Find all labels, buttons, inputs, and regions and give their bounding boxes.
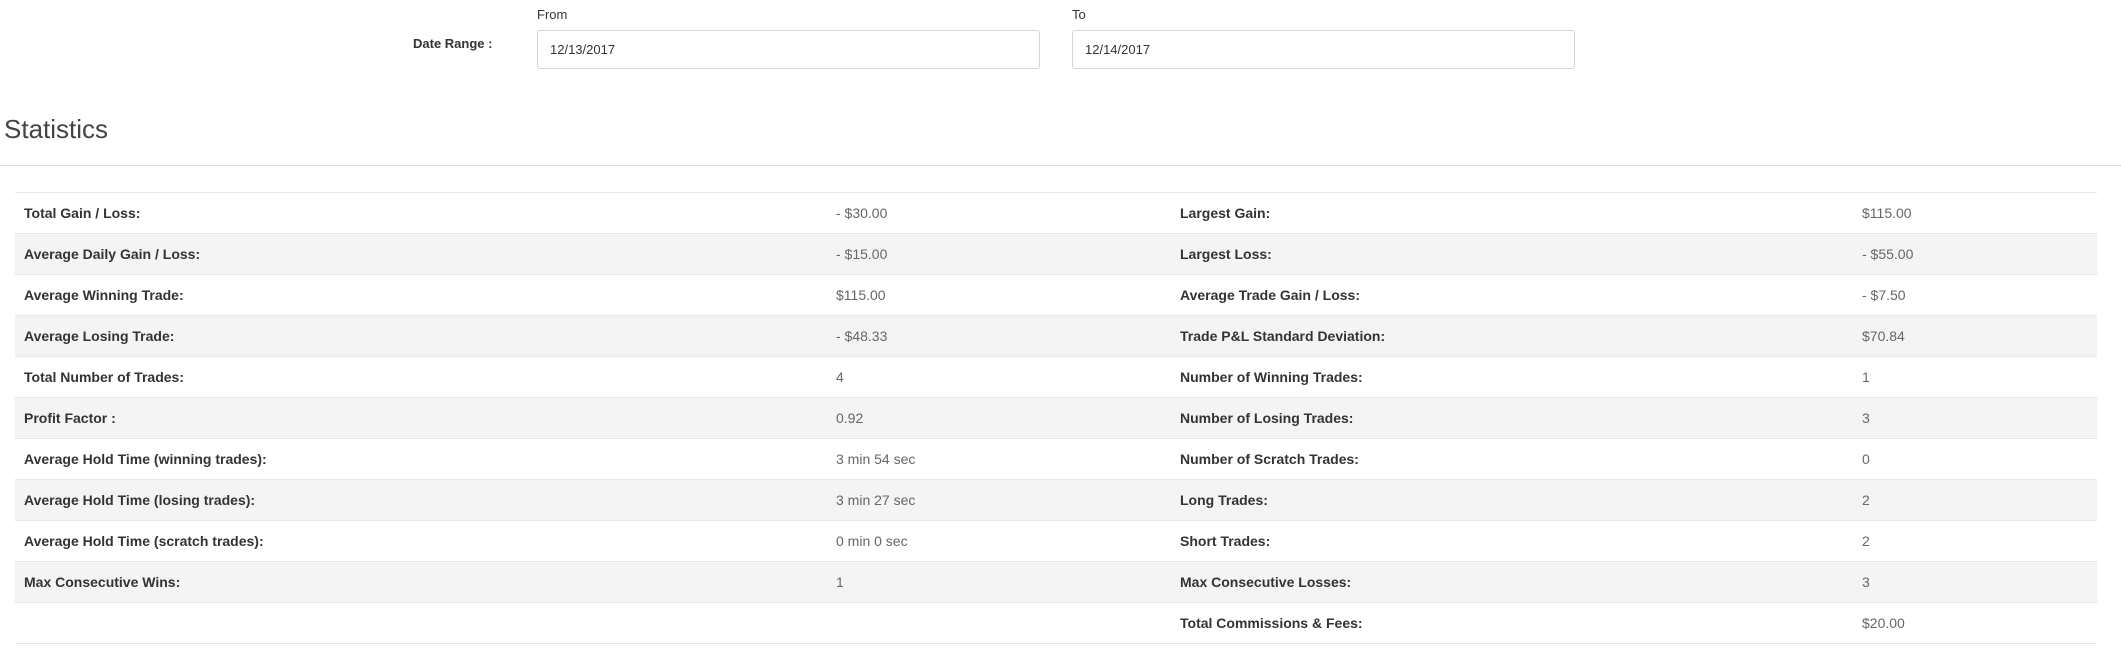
table-row: Average Daily Gain / Loss: - $15.00 Larg…: [15, 233, 2097, 275]
statistics-table: Total Gain / Loss: - $30.00 Largest Gain…: [15, 192, 2097, 644]
from-date-input[interactable]: [537, 30, 1040, 69]
stat-value: 1: [1862, 356, 2097, 398]
stat-label: Long Trades:: [1171, 479, 1862, 521]
stat-value: $20.00: [1862, 602, 2097, 644]
stat-value: 0 min 0 sec: [836, 520, 1171, 562]
stat-value: 2: [1862, 520, 2097, 562]
stat-label: Average Hold Time (losing trades):: [15, 479, 836, 521]
stat-value: - $7.50: [1862, 274, 2097, 316]
stat-value: 2: [1862, 479, 2097, 521]
stat-label: Number of Scratch Trades:: [1171, 438, 1862, 480]
stat-label: Max Consecutive Losses:: [1171, 561, 1862, 603]
to-date-input[interactable]: [1072, 30, 1575, 69]
stat-value: 3 min 27 sec: [836, 479, 1171, 521]
stat-value: $115.00: [836, 274, 1171, 316]
section-divider: [0, 165, 2121, 166]
table-row: Total Number of Trades: 4 Number of Winn…: [15, 356, 2097, 398]
stat-label: Total Number of Trades:: [15, 356, 836, 398]
stat-label: Largest Loss:: [1171, 233, 1862, 275]
from-label: From: [537, 7, 568, 22]
stat-label: Total Commissions & Fees:: [1171, 602, 1862, 644]
stat-value: 4: [836, 356, 1171, 398]
stat-value: - $55.00: [1862, 233, 2097, 275]
table-row: Average Winning Trade: $115.00 Average T…: [15, 274, 2097, 316]
stat-value: - $48.33: [836, 315, 1171, 357]
stat-value: 1: [836, 561, 1171, 603]
stat-label: Average Daily Gain / Loss:: [15, 233, 836, 275]
stat-value: - $30.00: [836, 192, 1171, 234]
stat-value: 0.92: [836, 397, 1171, 439]
stat-value: 0: [1862, 438, 2097, 480]
stat-value: 3: [1862, 397, 2097, 439]
stat-label: Largest Gain:: [1171, 192, 1862, 234]
table-row: Max Consecutive Wins: 1 Max Consecutive …: [15, 561, 2097, 603]
table-row: Total Commissions & Fees: $20.00: [15, 602, 2097, 644]
to-label: To: [1072, 7, 1086, 22]
table-row: Profit Factor : 0.92 Number of Losing Tr…: [15, 397, 2097, 439]
stat-label: Number of Winning Trades:: [1171, 356, 1862, 398]
stat-value: - $15.00: [836, 233, 1171, 275]
stat-label: Average Hold Time (scratch trades):: [15, 520, 836, 562]
stat-label: [15, 602, 836, 644]
stat-label: Total Gain / Loss:: [15, 192, 836, 234]
stat-value: $70.84: [1862, 315, 2097, 357]
table-row: Average Losing Trade: - $48.33 Trade P&L…: [15, 315, 2097, 357]
table-row: Average Hold Time (winning trades): 3 mi…: [15, 438, 2097, 480]
stat-label: Average Winning Trade:: [15, 274, 836, 316]
table-row: Average Hold Time (scratch trades): 0 mi…: [15, 520, 2097, 562]
stat-value: [836, 602, 1171, 644]
stat-label: Trade P&L Standard Deviation:: [1171, 315, 1862, 357]
stat-label: Average Trade Gain / Loss:: [1171, 274, 1862, 316]
stat-label: Short Trades:: [1171, 520, 1862, 562]
table-row: Total Gain / Loss: - $30.00 Largest Gain…: [15, 192, 2097, 234]
stat-label: Number of Losing Trades:: [1171, 397, 1862, 439]
date-range-label: Date Range :: [413, 36, 493, 51]
stat-label: Max Consecutive Wins:: [15, 561, 836, 603]
stat-label: Average Losing Trade:: [15, 315, 836, 357]
stat-value: 3: [1862, 561, 2097, 603]
statistics-title: Statistics: [4, 114, 109, 144]
stat-value: $115.00: [1862, 192, 2097, 234]
stat-label: Average Hold Time (winning trades):: [15, 438, 836, 480]
stat-value: 3 min 54 sec: [836, 438, 1171, 480]
table-row: Average Hold Time (losing trades): 3 min…: [15, 479, 2097, 521]
stat-label: Profit Factor :: [15, 397, 836, 439]
